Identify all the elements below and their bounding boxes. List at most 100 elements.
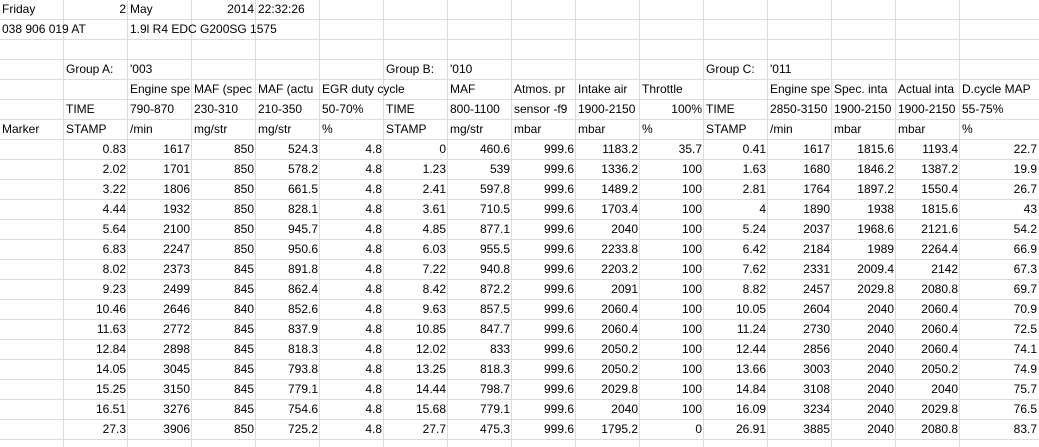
day-cell[interactable]: Friday xyxy=(0,0,64,19)
column-header[interactable]: % xyxy=(320,120,384,139)
data-cell[interactable]: 3234 xyxy=(768,400,832,419)
data-cell[interactable]: 597.8 xyxy=(448,180,512,199)
data-cell[interactable]: 10.05 xyxy=(704,300,768,319)
data-cell[interactable]: 2040 xyxy=(832,400,896,419)
column-header[interactable]: 1900-2150 xyxy=(576,100,640,119)
column-header[interactable]: Spec. inta xyxy=(832,80,896,99)
data-cell[interactable]: 4.8 xyxy=(320,180,384,199)
data-cell[interactable]: 950.6 xyxy=(256,240,320,259)
data-cell[interactable]: 2730 xyxy=(768,320,832,339)
data-cell[interactable]: 13.25 xyxy=(384,360,448,379)
data-cell[interactable]: 2060.4 xyxy=(576,320,640,339)
data-cell[interactable]: 4.8 xyxy=(320,400,384,419)
column-header[interactable]: STAMP xyxy=(384,120,448,139)
data-cell[interactable]: 100 xyxy=(640,380,704,399)
data-cell[interactable]: 100 xyxy=(640,260,704,279)
data-cell[interactable]: 578.2 xyxy=(256,160,320,179)
data-cell[interactable]: 1890 xyxy=(768,200,832,219)
data-cell[interactable]: 1815.6 xyxy=(896,200,960,219)
data-cell[interactable]: 1968.6 xyxy=(832,220,896,239)
data-cell[interactable]: 100 xyxy=(640,360,704,379)
data-cell[interactable]: 850 xyxy=(192,180,256,199)
data-cell[interactable]: 2856 xyxy=(768,340,832,359)
data-cell[interactable]: 2264.4 xyxy=(896,240,960,259)
data-cell[interactable]: 2091 xyxy=(576,280,640,299)
data-cell[interactable]: 13.66 xyxy=(704,360,768,379)
data-cell[interactable]: 2499 xyxy=(128,280,192,299)
data-cell[interactable]: 999.6 xyxy=(512,380,576,399)
data-cell[interactable]: 475.3 xyxy=(448,420,512,439)
data-cell[interactable]: 74.9 xyxy=(960,360,1039,379)
data-cell[interactable]: 754.6 xyxy=(256,400,320,419)
data-cell[interactable]: 6.83 xyxy=(64,240,128,259)
data-cell[interactable]: 0.41 xyxy=(704,140,768,159)
spreadsheet-grid[interactable]: Friday 2 May 2014 22:32:26 038 906 019 AT 1.9l… xyxy=(0,0,1039,447)
data-cell[interactable]: 2060.4 xyxy=(576,300,640,319)
data-cell[interactable]: 999.6 xyxy=(512,420,576,439)
data-cell[interactable]: 2050.2 xyxy=(576,340,640,359)
data-cell[interactable]: 850 xyxy=(192,420,256,439)
data-cell[interactable]: 2142 xyxy=(896,260,960,279)
data-cell[interactable]: 83.7 xyxy=(960,420,1039,439)
data-cell[interactable]: 850 xyxy=(192,160,256,179)
data-cell[interactable]: 891.8 xyxy=(256,260,320,279)
column-header[interactable]: Actual inta xyxy=(896,80,960,99)
data-cell[interactable]: 100 xyxy=(640,160,704,179)
data-cell[interactable]: 74.1 xyxy=(960,340,1039,359)
data-cell[interactable]: 2060.4 xyxy=(896,300,960,319)
data-cell[interactable]: 2080.8 xyxy=(896,280,960,299)
data-cell[interactable]: 999.6 xyxy=(512,160,576,179)
data-cell[interactable]: 10.46 xyxy=(64,300,128,319)
data-cell[interactable]: 0.83 xyxy=(64,140,128,159)
column-header[interactable]: Engine spe xyxy=(128,80,192,99)
data-cell[interactable]: 857.5 xyxy=(448,300,512,319)
data-cell[interactable]: 999.6 xyxy=(512,180,576,199)
data-cell[interactable]: 2373 xyxy=(128,260,192,279)
data-cell[interactable]: 0 xyxy=(384,140,448,159)
data-cell[interactable]: 5.24 xyxy=(704,220,768,239)
data-cell[interactable]: 8.42 xyxy=(384,280,448,299)
data-cell[interactable]: 2100 xyxy=(128,220,192,239)
date-day-cell[interactable]: 2 xyxy=(64,0,128,19)
data-cell[interactable]: 3.22 xyxy=(64,180,128,199)
data-cell[interactable]: 539 xyxy=(448,160,512,179)
group-a-label[interactable]: Group A: xyxy=(64,60,128,79)
column-header[interactable]: 800-1100 xyxy=(448,100,512,119)
data-cell[interactable]: 14.84 xyxy=(704,380,768,399)
data-cell[interactable]: 75.7 xyxy=(960,380,1039,399)
column-header[interactable]: sensor -f9 xyxy=(512,100,576,119)
data-cell[interactable]: 945.7 xyxy=(256,220,320,239)
data-cell[interactable]: 3885 xyxy=(768,420,832,439)
data-cell[interactable]: 877.1 xyxy=(448,220,512,239)
data-cell[interactable]: 43 xyxy=(960,200,1039,219)
data-cell[interactable]: 940.8 xyxy=(448,260,512,279)
column-header[interactable]: STAMP xyxy=(64,120,128,139)
data-cell[interactable]: 26.91 xyxy=(704,420,768,439)
data-cell[interactable]: 2203.2 xyxy=(576,260,640,279)
data-cell[interactable]: 845 xyxy=(192,380,256,399)
data-cell[interactable]: 1387.2 xyxy=(896,160,960,179)
data-cell[interactable]: 779.1 xyxy=(256,380,320,399)
data-cell[interactable]: 3150 xyxy=(128,380,192,399)
data-cell[interactable]: 1.23 xyxy=(384,160,448,179)
data-cell[interactable]: 872.2 xyxy=(448,280,512,299)
data-cell[interactable]: 76.5 xyxy=(960,400,1039,419)
data-cell[interactable]: 1550.4 xyxy=(896,180,960,199)
column-header[interactable]: Engine spe xyxy=(768,80,832,99)
data-cell[interactable]: 100 xyxy=(640,300,704,319)
data-cell[interactable]: 2037 xyxy=(768,220,832,239)
data-cell[interactable]: 2040 xyxy=(576,400,640,419)
data-cell[interactable]: 100 xyxy=(640,280,704,299)
data-cell[interactable]: 54.2 xyxy=(960,220,1039,239)
data-cell[interactable]: 955.5 xyxy=(448,240,512,259)
column-header[interactable]: % xyxy=(640,120,704,139)
data-cell[interactable]: 845 xyxy=(192,340,256,359)
data-cell[interactable]: 3045 xyxy=(128,360,192,379)
data-cell[interactable]: 2233.8 xyxy=(576,240,640,259)
data-cell[interactable]: 4.8 xyxy=(320,260,384,279)
data-cell[interactable]: 4.8 xyxy=(320,240,384,259)
column-header[interactable]: TIME xyxy=(384,100,448,119)
data-cell[interactable]: 1183.2 xyxy=(576,140,640,159)
data-cell[interactable]: 4.85 xyxy=(384,220,448,239)
data-cell[interactable]: 833 xyxy=(448,340,512,359)
